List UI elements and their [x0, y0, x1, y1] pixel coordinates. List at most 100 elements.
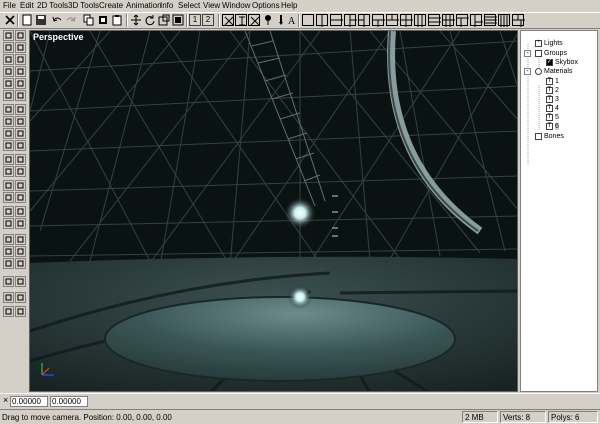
tree-item-groups[interactable]: Groups: [535, 49, 567, 58]
tile-alt-icon[interactable]: [15, 276, 26, 287]
coord-y-field[interactable]: [50, 396, 88, 407]
layout-quad-icon[interactable]: [400, 14, 413, 27]
layout-four-col-icon[interactable]: [498, 14, 510, 27]
copy-tool-icon[interactable]: [3, 104, 14, 115]
close-icon[interactable]: [4, 14, 16, 26]
layout-tall-icon[interactable]: [470, 14, 483, 27]
layout-wide-icon[interactable]: [456, 14, 469, 27]
layout-three-top-icon[interactable]: [372, 14, 385, 27]
split-h-icon[interactable]: [15, 246, 26, 257]
pin-icon[interactable]: [3, 206, 14, 217]
save-icon[interactable]: [35, 14, 47, 26]
eraser-icon[interactable]: [3, 192, 14, 203]
layer-2-button[interactable]: 2: [202, 14, 214, 26]
rotate-ccw-icon[interactable]: [15, 234, 26, 245]
scatter-icon[interactable]: [3, 180, 14, 191]
unweld-icon[interactable]: [15, 258, 26, 269]
tree-item-material-3[interactable]: T3: [546, 95, 559, 104]
light-icon[interactable]: [262, 14, 274, 26]
grid-tool-icon[interactable]: [15, 104, 26, 115]
grid-icon[interactable]: [222, 14, 234, 26]
tree-item-material-6[interactable]: T6: [546, 122, 559, 131]
layout-grid-icon[interactable]: [442, 14, 455, 27]
zoom-icon[interactable]: [15, 42, 26, 53]
scatter-alt-icon[interactable]: [15, 180, 26, 191]
axis-icon[interactable]: [248, 14, 260, 26]
menu-create[interactable]: Create: [99, 1, 123, 11]
tree-item-material-1[interactable]: T1: [546, 77, 559, 86]
menu-help[interactable]: Help: [281, 1, 297, 11]
layout-three-left-icon[interactable]: [344, 14, 357, 27]
pin-alt-icon[interactable]: [15, 206, 26, 217]
menu-animation[interactable]: Animation: [126, 1, 162, 11]
grid-select-icon[interactable]: [3, 154, 14, 165]
tree-item-material-5[interactable]: T5: [546, 113, 559, 122]
menu-select[interactable]: Select: [178, 1, 200, 11]
plane-icon[interactable]: [3, 116, 14, 127]
layout-rows-icon[interactable]: [428, 14, 441, 26]
tree-item-material-4[interactable]: T4: [546, 104, 559, 113]
tree-item-material-2[interactable]: T2: [546, 86, 559, 95]
array-alt-icon[interactable]: [15, 166, 26, 177]
link-icon[interactable]: [15, 66, 26, 77]
layout-split-horizontal-icon[interactable]: [330, 14, 343, 26]
circle-icon[interactable]: [3, 140, 14, 151]
menu-3d-tools[interactable]: 3D Tools: [68, 1, 99, 11]
menu-edit[interactable]: Edit: [20, 1, 34, 11]
tile-4-icon[interactable]: [15, 292, 26, 303]
move-icon[interactable]: [130, 14, 142, 26]
checkbox-checked-icon[interactable]: ✓: [546, 58, 553, 66]
expand-materials-icon[interactable]: -: [524, 68, 531, 75]
perspective-viewport[interactable]: Perspective: [29, 30, 518, 392]
array-icon[interactable]: [3, 166, 14, 177]
select-all-icon[interactable]: [3, 42, 14, 53]
layout-three-bottom-icon[interactable]: [386, 14, 399, 26]
snap-icon[interactable]: [235, 14, 247, 26]
tree-item-bones[interactable]: Bones: [535, 132, 564, 141]
extrude-icon[interactable]: [15, 90, 26, 101]
cube-alt-icon[interactable]: [15, 128, 26, 139]
layout-columns-icon[interactable]: [414, 14, 426, 27]
cut-icon[interactable]: [97, 14, 109, 26]
menu-file[interactable]: File: [3, 1, 16, 11]
menu-window[interactable]: Window: [222, 1, 250, 11]
layout-four-row-icon[interactable]: [484, 14, 497, 26]
zoom-fit-icon[interactable]: [3, 54, 14, 65]
new-icon[interactable]: [21, 14, 33, 26]
paste-icon[interactable]: [111, 14, 123, 26]
lasso-icon[interactable]: [15, 30, 26, 41]
tree-item-lights[interactable]: * Lights: [535, 39, 563, 48]
pointer-icon[interactable]: [3, 66, 14, 77]
layout-split-vertical-icon[interactable]: [316, 14, 328, 27]
menu-view[interactable]: View: [203, 1, 220, 11]
cube-icon[interactable]: [3, 128, 14, 139]
grid-move-icon[interactable]: [15, 154, 26, 165]
close-icon[interactable]: ×: [3, 395, 8, 405]
sphere-icon[interactable]: [15, 140, 26, 151]
edge-icon[interactable]: [15, 78, 26, 89]
menu-2d-tools[interactable]: 2D Tools: [37, 1, 68, 11]
undo-icon[interactable]: [51, 14, 63, 26]
vertex-icon[interactable]: [3, 78, 14, 89]
tile-icon[interactable]: [3, 276, 14, 287]
font-icon[interactable]: A: [286, 14, 298, 26]
pencil-icon[interactable]: [15, 192, 26, 203]
bevel-icon[interactable]: [3, 90, 14, 101]
mirror-icon[interactable]: [15, 218, 26, 229]
menu-options[interactable]: Options: [252, 1, 280, 11]
redo-icon[interactable]: [65, 14, 77, 26]
scale-icon[interactable]: [158, 14, 170, 26]
layout-three-right-icon[interactable]: [358, 14, 370, 27]
arrow-down-icon[interactable]: [15, 306, 26, 317]
menu-info[interactable]: Info: [160, 1, 173, 11]
rotate-cw-icon[interactable]: [3, 234, 14, 245]
tile-3-icon[interactable]: [3, 292, 14, 303]
weld-icon[interactable]: [3, 258, 14, 269]
coord-x-field[interactable]: [10, 396, 48, 407]
copy-icon[interactable]: [83, 14, 95, 26]
rotate-icon[interactable]: [144, 14, 156, 26]
zoom-region-icon[interactable]: [15, 54, 26, 65]
box-icon[interactable]: [15, 116, 26, 127]
layer-1-button[interactable]: 1: [189, 14, 201, 26]
select-rect-icon[interactable]: [3, 30, 14, 41]
